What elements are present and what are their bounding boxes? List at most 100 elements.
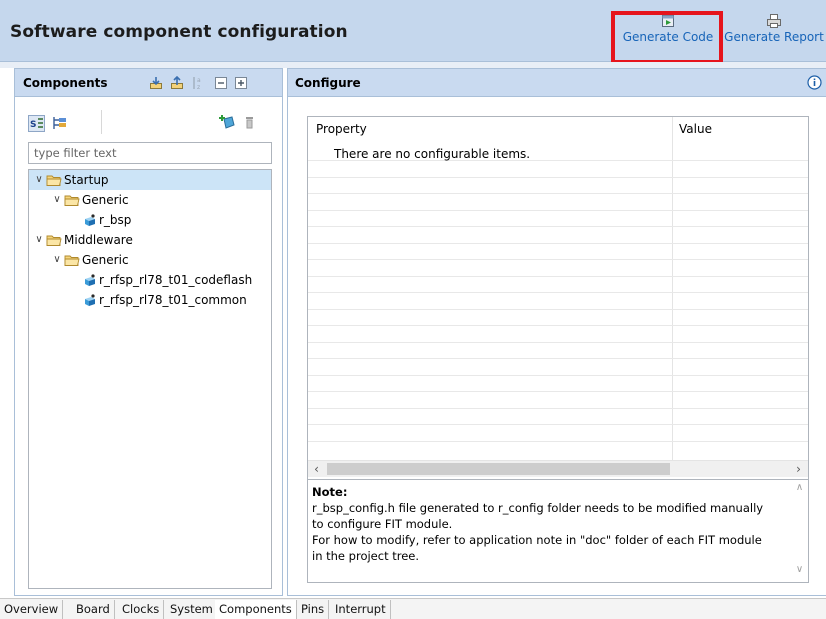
grid-line [308, 176, 808, 178]
grid-line [308, 440, 808, 442]
tree-component-item[interactable]: r_rfsp_rl78_t01_common [29, 290, 271, 310]
tab-overview[interactable]: Overview [0, 600, 64, 619]
note-scrollbar[interactable]: ∧ ∨ [791, 480, 808, 582]
collapse-all-icon[interactable] [214, 76, 228, 90]
grid-line [308, 292, 808, 293]
component-icon [81, 213, 97, 227]
grid-line [308, 308, 808, 310]
generate-report-icon [767, 14, 781, 28]
tree-folder-item[interactable]: ∨ Generic [29, 250, 271, 270]
page-title: Software component configuration [10, 22, 348, 42]
tree-item-label: r_rfsp_rl78_t01_codeflash [99, 273, 253, 287]
scroll-left-icon[interactable]: ‹ [308, 461, 325, 477]
filter-input[interactable] [28, 142, 272, 164]
svg-text:S: S [30, 120, 36, 130]
chevron-down-icon[interactable]: ∨ [33, 170, 45, 190]
chevron-down-icon[interactable]: ∨ [33, 230, 45, 250]
category-view-icon[interactable]: S [28, 115, 45, 132]
editor-tabs: Overview Board Clocks System Components Pins I… [0, 598, 826, 619]
chevron-down-icon[interactable]: ∨ [51, 190, 63, 210]
horizontal-scrollbar[interactable]: ‹ › [308, 460, 808, 477]
export-icon[interactable] [170, 76, 184, 90]
editor-header: Software component configuration Generat… [0, 0, 826, 64]
import-icon[interactable] [149, 76, 163, 90]
scroll-right-icon[interactable]: › [790, 461, 807, 477]
configure-panel-header: Configure [288, 69, 826, 97]
grid-line [308, 259, 808, 260]
tab-clocks[interactable]: Clocks [118, 600, 165, 619]
value-column-header[interactable]: Value [679, 122, 712, 136]
generate-report-button[interactable]: Generate Report [722, 14, 826, 58]
grid-line [308, 374, 808, 376]
components-panel-title: Components [23, 76, 108, 90]
component-tree[interactable]: ∨ Startup ∨ Generic r_bsp ∨ Middleware ∨ Generic… [28, 169, 272, 589]
property-column-header[interactable]: Property [316, 122, 367, 136]
grid-line [308, 424, 808, 425]
tab-interrupt[interactable]: Interrupt [331, 600, 391, 619]
grid-line [308, 209, 808, 211]
svg-text:a: a [197, 77, 201, 84]
note-line: r_bsp_config.h file generated to r_confi… [312, 501, 764, 515]
grid-line [308, 226, 808, 227]
component-icon [81, 293, 97, 307]
scrollbar-thumb[interactable] [327, 463, 670, 475]
tab-components[interactable]: Components [215, 600, 297, 619]
tab-pins[interactable]: Pins [297, 600, 330, 619]
grid-line [308, 325, 808, 326]
grid-line [308, 391, 808, 392]
tab-system[interactable]: System [166, 600, 218, 619]
note-line: to configure FIT module. [312, 517, 453, 531]
grid-line [308, 275, 808, 277]
add-component-icon[interactable] [219, 114, 236, 131]
generate-code-icon [662, 15, 674, 27]
scroll-up-icon[interactable]: ∧ [791, 482, 808, 496]
generate-code-label: Generate Code [622, 30, 714, 44]
tree-item-label: Startup [64, 173, 109, 187]
info-icon[interactable] [807, 75, 822, 90]
tree-item-label: Generic [82, 193, 129, 207]
tree-folder-item[interactable]: ∨ Generic [29, 190, 271, 210]
grid-line [308, 193, 808, 194]
column-divider[interactable] [672, 117, 673, 461]
note-line: in the project tree. [312, 549, 420, 563]
folder-icon [64, 193, 80, 207]
grid-line [308, 242, 808, 244]
folder-icon [64, 253, 80, 267]
components-panel-header: Components a z [15, 69, 282, 97]
tree-folder-item[interactable]: ∨ Middleware [29, 230, 271, 250]
component-icon [81, 273, 97, 287]
generate-code-button[interactable]: Generate Code [618, 14, 718, 58]
tree-item-label: Generic [82, 253, 129, 267]
hierarchical-view-icon[interactable] [51, 115, 68, 132]
folder-icon [46, 233, 62, 247]
property-table: Property Value There are no configurable… [307, 116, 809, 524]
grid-line [308, 358, 808, 359]
folder-icon [46, 173, 62, 187]
toolbar-separator [101, 110, 102, 134]
empty-message: There are no configurable items. [334, 147, 531, 161]
configure-panel: Configure Property Value There are no co… [287, 68, 826, 596]
tree-component-item[interactable]: r_rfsp_rl78_t01_codeflash [29, 270, 271, 290]
grid-line [308, 407, 808, 409]
note-line: For how to modify, refer to application … [312, 533, 762, 547]
tab-board[interactable]: Board [72, 600, 115, 619]
tree-folder-item[interactable]: ∨ Startup [29, 170, 271, 190]
tree-item-label: r_bsp [99, 213, 132, 227]
components-panel-body: S ∨Startup∨Genericr_bsp∨Middleware∨Gener… [15, 98, 282, 595]
sort-icon[interactable]: a z [191, 76, 205, 90]
configure-panel-title: Configure [295, 76, 361, 90]
grid-line [308, 341, 808, 343]
tree-component-item[interactable]: r_bsp [29, 210, 271, 230]
generate-report-label: Generate Report [724, 30, 824, 44]
tree-item-label: r_rfsp_rl78_t01_common [99, 293, 247, 307]
chevron-down-icon[interactable]: ∨ [51, 250, 63, 270]
components-panel: Components a z S type filter text ∨ Star… [14, 68, 283, 596]
expand-all-icon[interactable] [234, 76, 248, 90]
note-title: Note: [312, 485, 348, 499]
svg-text:z: z [197, 84, 200, 90]
remove-component-icon[interactable] [241, 114, 258, 131]
note-text: Note: r_bsp_config.h file generated to r… [312, 484, 782, 564]
scroll-down-icon[interactable]: ∨ [791, 564, 808, 578]
tree-item-label: Middleware [64, 233, 133, 247]
note-box: Note: r_bsp_config.h file generated to r… [307, 479, 809, 583]
